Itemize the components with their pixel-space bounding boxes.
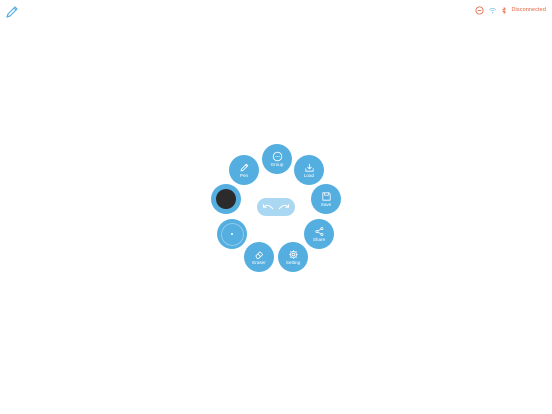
- undo-arrow-icon[interactable]: [261, 202, 275, 212]
- load-button-label: Load: [303, 172, 315, 178]
- download-icon: [304, 163, 314, 172]
- setting-button-label: Setting: [285, 259, 301, 265]
- save-button[interactable]: Save: [311, 184, 341, 214]
- eraser-icon: [254, 251, 263, 259]
- brush-size-dot: [231, 233, 233, 235]
- current-color-swatch: [216, 189, 236, 209]
- eraser-button-label: Eraser: [252, 259, 266, 265]
- group-button[interactable]: Group: [262, 144, 292, 174]
- chat-bubble-icon: [272, 151, 282, 161]
- brush-size-ring: [220, 222, 244, 246]
- load-button[interactable]: Load: [294, 155, 324, 185]
- eraser-button[interactable]: Eraser: [244, 242, 274, 272]
- floppy-disk-icon: [321, 192, 331, 201]
- setting-button[interactable]: Setting: [278, 242, 308, 272]
- brush-size-button[interactable]: [217, 219, 247, 249]
- pencil-icon: [240, 163, 248, 172]
- pen-button[interactable]: Pen: [229, 155, 259, 185]
- group-button-label: Group: [270, 161, 284, 167]
- radial-tool-menu: Group Load Pen Save Share Setting Eraser: [0, 0, 552, 414]
- share-icon: [314, 226, 323, 236]
- pen-button-label: Pen: [239, 172, 249, 178]
- undo-redo-pill: [257, 198, 295, 216]
- redo-arrow-icon[interactable]: [277, 202, 291, 212]
- gear-icon: [288, 249, 298, 259]
- share-button[interactable]: Share: [304, 219, 334, 249]
- color-picker-button[interactable]: [211, 184, 241, 214]
- save-button-label: Save: [320, 201, 332, 207]
- share-button-label: Share: [312, 236, 326, 242]
